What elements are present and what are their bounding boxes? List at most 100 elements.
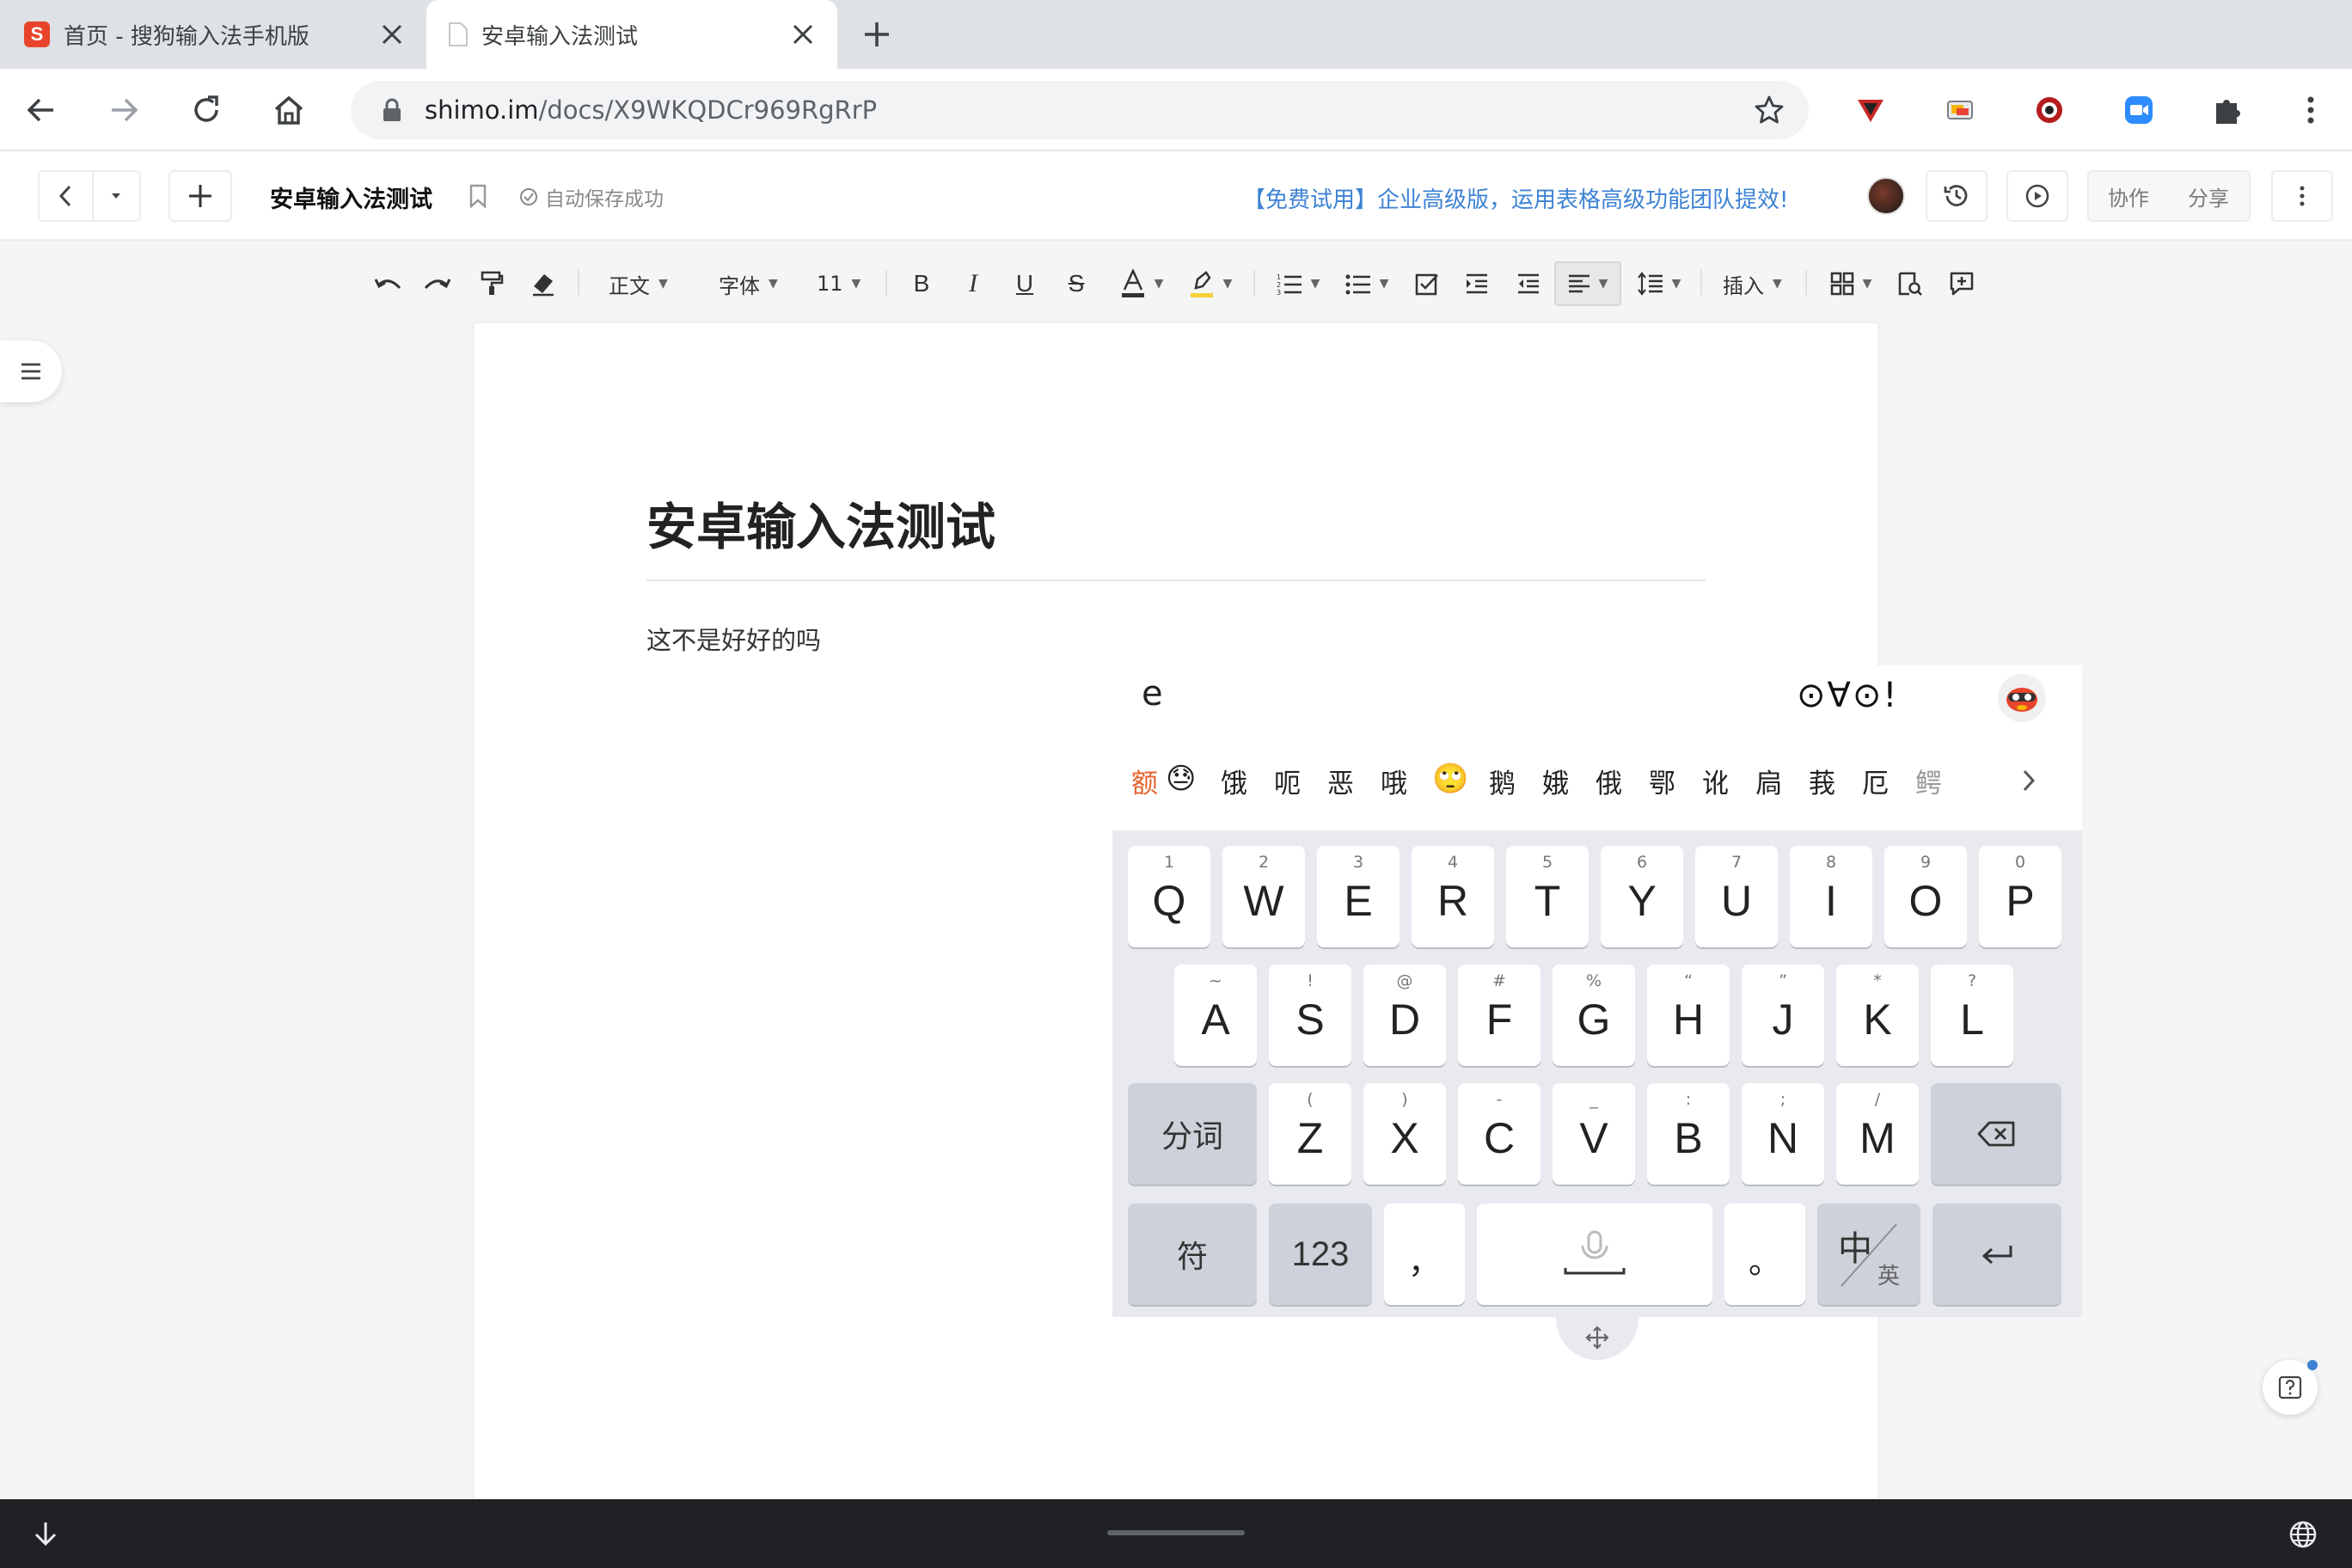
key-z[interactable]: (Z <box>1269 1083 1351 1185</box>
tab-android-ime-test[interactable]: 安卓输入法测试 <box>426 0 837 69</box>
key-x[interactable]: ) X <box>1363 1083 1446 1185</box>
extension-zoom-icon[interactable] <box>2118 89 2159 131</box>
candidate-item[interactable]: 哦 <box>1381 762 1407 800</box>
key-c[interactable]: -C <box>1458 1083 1540 1185</box>
redo-button[interactable] <box>420 266 454 301</box>
close-icon[interactable] <box>786 17 820 52</box>
candidate-item[interactable]: 额 <box>1131 762 1158 800</box>
key-p[interactable]: 0P <box>1979 846 2061 947</box>
strikethrough-button[interactable]: S <box>1061 266 1092 301</box>
ordered-list-dropdown[interactable]: 123 ▼ <box>1271 266 1326 301</box>
browser-menu-icon[interactable] <box>2290 89 2331 131</box>
doc-back-button[interactable] <box>38 170 141 222</box>
key-n[interactable]: ; N <box>1742 1083 1824 1185</box>
font-size-dropdown[interactable]: 11 ▼ <box>817 266 861 301</box>
key-a[interactable]: ~ A <box>1174 965 1257 1066</box>
document-body-text[interactable]: 这不是好好的吗 <box>646 621 821 657</box>
doc-title[interactable]: 安卓输入法测试 <box>270 181 432 214</box>
new-doc-button[interactable] <box>168 170 232 222</box>
globe-icon[interactable] <box>2288 1520 2318 1549</box>
candidate-item[interactable]: 恶 <box>1327 762 1354 800</box>
key-q[interactable]: 1Q <box>1128 846 1210 947</box>
back-button[interactable] <box>17 86 65 134</box>
key-symbols[interactable]: 符 <box>1128 1204 1257 1305</box>
extension-vivaldi-icon[interactable] <box>1850 89 1891 131</box>
checklist-button[interactable] <box>1412 266 1442 301</box>
font-dropdown[interactable]: 字体 ▼ <box>719 266 778 301</box>
key-space-voice[interactable] <box>1477 1204 1712 1305</box>
key-l[interactable]: ? L <box>1931 965 2013 1066</box>
outline-toggle-button[interactable] <box>0 340 62 402</box>
key-backspace[interactable] <box>1931 1083 2061 1185</box>
key-b[interactable]: :B <box>1647 1083 1730 1185</box>
key-i[interactable]: 8I <box>1790 846 1872 947</box>
kaomoji-suggestion[interactable]: ⊙∀⊙! <box>1797 676 1898 715</box>
close-icon[interactable] <box>375 17 409 52</box>
align-dropdown[interactable]: ▼ <box>1554 261 1621 306</box>
table-dropdown[interactable]: ▼ <box>1824 266 1877 301</box>
key-d[interactable]: @ D <box>1363 965 1446 1066</box>
candidate-item[interactable]: 俄 <box>1596 762 1622 800</box>
candidate-item[interactable]: 讹 <box>1702 762 1729 800</box>
bold-button[interactable]: B <box>906 266 937 301</box>
home-button[interactable] <box>265 86 313 134</box>
undo-button[interactable] <box>371 266 406 301</box>
collaborate-button[interactable]: 协作 <box>2087 170 2170 222</box>
candidate-item[interactable]: 鹅 <box>1489 762 1516 800</box>
key-h[interactable]: “H <box>1647 965 1730 1066</box>
key-numbers[interactable]: 123 <box>1269 1204 1372 1305</box>
reload-button[interactable] <box>182 86 230 134</box>
key-e[interactable]: 3E <box>1317 846 1400 947</box>
insert-dropdown[interactable]: 插入 ▼ <box>1723 266 1782 301</box>
key-g[interactable]: % G <box>1553 965 1635 1066</box>
candidate-item[interactable]: 🙄 <box>1432 762 1468 796</box>
key-enter[interactable] <box>1932 1204 2061 1305</box>
candidate-item[interactable]: 莪 <box>1809 762 1835 800</box>
line-spacing-dropdown[interactable]: ▼ <box>1633 266 1685 301</box>
key-k[interactable]: * K <box>1836 965 1919 1066</box>
candidate-item[interactable]: 😓 <box>1166 762 1196 796</box>
arrow-down-icon[interactable] <box>33 1520 58 1547</box>
highlight-color-dropdown[interactable]: ▼ <box>1183 266 1238 301</box>
sogou-mascot-icon[interactable] <box>1998 674 2046 722</box>
key-comma[interactable]: ， <box>1384 1204 1465 1305</box>
candidate-item[interactable]: 娥 <box>1542 762 1569 800</box>
forward-button[interactable] <box>100 86 148 134</box>
candidate-item[interactable]: 厄 <box>1862 762 1889 800</box>
key-u[interactable]: 7U <box>1695 846 1778 947</box>
candidate-item[interactable]: 鳄 <box>1915 762 1942 800</box>
key-o[interactable]: 9O <box>1884 846 1967 947</box>
key-f[interactable]: # F <box>1458 965 1540 1066</box>
key-s[interactable]: ! S <box>1269 965 1351 1066</box>
candidate-item[interactable]: 鄂 <box>1649 762 1675 800</box>
key-period[interactable]: 。 <box>1724 1204 1805 1305</box>
bullet-list-dropdown[interactable]: ▼ <box>1339 266 1394 301</box>
underline-button[interactable]: U <box>1009 266 1040 301</box>
key-y[interactable]: 6Y <box>1601 846 1683 947</box>
candidate-item[interactable]: 饿 <box>1221 762 1247 800</box>
key-v[interactable]: _ V <box>1553 1083 1635 1185</box>
key-m[interactable]: / M <box>1836 1083 1919 1185</box>
address-bar[interactable]: shimo.im/docs/X9WKQDCr969RgRrP <box>351 81 1809 139</box>
bookmark-star-icon[interactable] <box>1754 95 1785 126</box>
new-tab-button[interactable] <box>858 15 896 53</box>
caret-down-icon[interactable] <box>94 193 139 199</box>
history-button[interactable] <box>1926 170 1988 222</box>
present-button[interactable] <box>2006 170 2068 222</box>
share-button[interactable]: 分享 <box>2168 170 2251 222</box>
expand-candidates-button[interactable] <box>2003 756 2055 805</box>
find-button[interactable] <box>1895 266 1926 301</box>
add-comment-button[interactable] <box>1946 266 1977 301</box>
key-split-words[interactable]: 分词 <box>1128 1083 1257 1185</box>
key-t[interactable]: 5T <box>1506 846 1589 947</box>
more-options-button[interactable] <box>2271 170 2333 222</box>
key-w[interactable]: 2W <box>1222 846 1305 947</box>
candidate-item[interactable]: 扃 <box>1755 762 1782 800</box>
promo-link[interactable]: 【免费试用】企业高级版，运用表格高级功能团队提效! <box>1243 182 1788 214</box>
text-color-dropdown[interactable]: ▼ <box>1114 266 1169 301</box>
italic-button[interactable]: I <box>958 266 989 301</box>
avatar[interactable] <box>1867 177 1905 215</box>
document-heading[interactable]: 安卓输入法测试 <box>646 487 995 559</box>
key-language-toggle[interactable]: 中 英 <box>1817 1204 1920 1305</box>
extension-screen-icon[interactable] <box>1939 89 1981 131</box>
